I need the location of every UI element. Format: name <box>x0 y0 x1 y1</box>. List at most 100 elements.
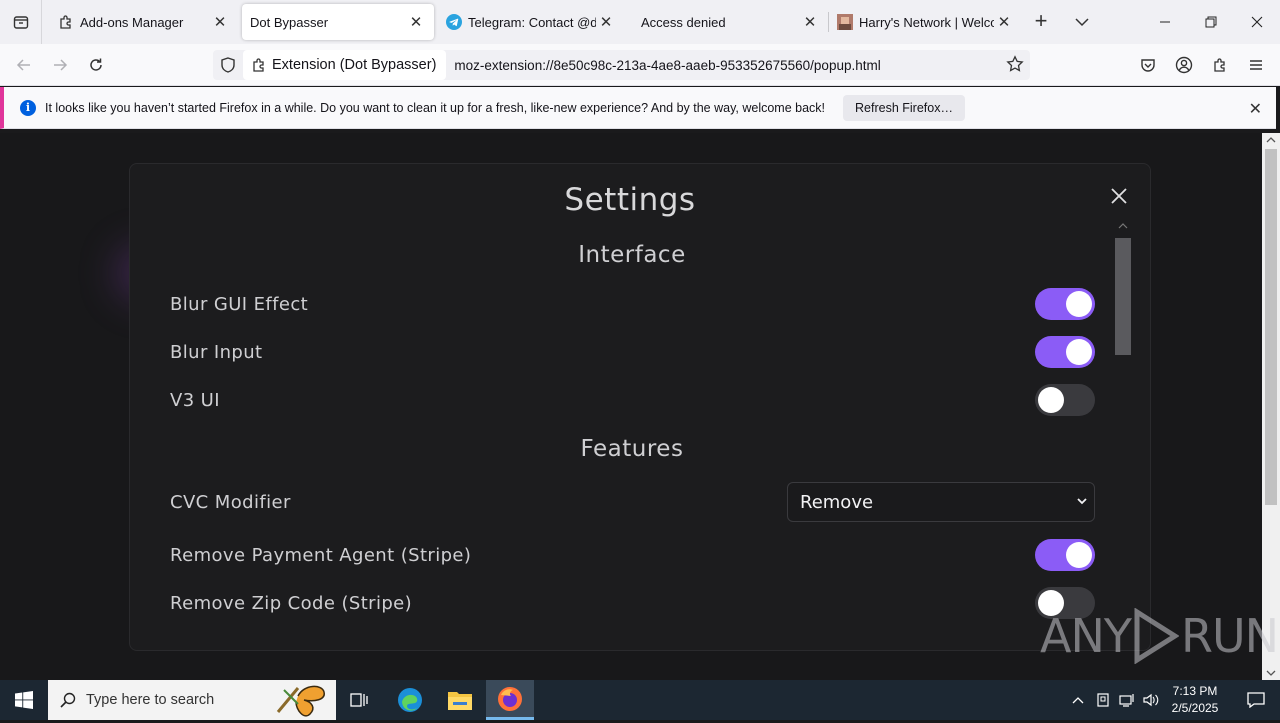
list-all-tabs-button[interactable] <box>1070 10 1094 34</box>
bookmark-star-icon[interactable] <box>1006 55 1024 78</box>
blur-gui-effect-toggle[interactable] <box>1035 288 1095 320</box>
minimize-icon <box>1160 21 1170 23</box>
refresh-firefox-button[interactable]: Refresh Firefox… <box>843 94 965 121</box>
close-tab-icon[interactable]: ✕ <box>994 12 1014 32</box>
taskbar-edge[interactable] <box>386 680 434 720</box>
tray-network-icon[interactable] <box>1116 680 1138 720</box>
page-scrollbar[interactable] <box>1262 133 1280 680</box>
tray-device-icon[interactable] <box>1093 680 1113 720</box>
search-placeholder: Type here to search <box>86 692 215 708</box>
scrollbar-thumb[interactable] <box>1265 149 1277 505</box>
account-icon <box>1175 56 1193 74</box>
extensions-button[interactable] <box>1207 52 1233 78</box>
action-center-button[interactable] <box>1232 680 1280 720</box>
new-tab-button[interactable]: + <box>1029 10 1053 34</box>
minimize-button[interactable] <box>1142 0 1188 44</box>
reload-button[interactable] <box>83 52 109 78</box>
tracking-shield-icon[interactable] <box>213 57 243 73</box>
pocket-button[interactable] <box>1135 52 1161 78</box>
speaker-icon <box>1143 693 1159 707</box>
tab-label: Add-ons Manager <box>80 14 184 30</box>
tab-telegram[interactable]: Telegram: Contact @dot_l ✕ <box>438 4 624 40</box>
toggle-knob <box>1066 542 1092 568</box>
tab-label: Access denied <box>641 14 726 30</box>
cvc-modifier-select[interactable]: Remove <box>787 482 1095 522</box>
device-icon <box>1097 693 1109 707</box>
extension-chip-label: Extension (Dot Bypasser) <box>272 57 437 73</box>
hamburger-menu-icon <box>1250 60 1262 70</box>
extension-identity-chip[interactable]: Extension (Dot Bypasser) <box>243 50 447 80</box>
play-logo-icon <box>1134 608 1179 664</box>
search-icon <box>60 692 76 708</box>
chevron-up-icon <box>1072 697 1084 704</box>
task-view-icon <box>350 693 368 707</box>
edge-icon <box>398 688 422 712</box>
blur-gui-effect-label: Blur GUI Effect <box>170 294 309 315</box>
remove-zip-code-label: Remove Zip Code (Stripe) <box>170 593 413 614</box>
folder-icon <box>448 692 472 710</box>
taskbar-search-box[interactable]: Type here to search <box>48 680 336 720</box>
forward-arrow-icon <box>54 59 68 71</box>
tab-label: Dot Bypasser <box>250 14 329 30</box>
features-heading: Features <box>580 436 684 462</box>
close-tab-icon[interactable]: ✕ <box>406 12 426 32</box>
reload-icon <box>90 58 102 71</box>
remove-payment-agent-label: Remove Payment Agent (Stripe) <box>170 545 472 566</box>
clock-time: 7:13 PM <box>1172 684 1218 698</box>
taskbar-firefox[interactable] <box>486 680 534 720</box>
notification-icon <box>1247 692 1265 708</box>
firefox-view-button[interactable] <box>0 0 42 44</box>
url-bar[interactable]: Extension (Dot Bypasser) moz-extension:/… <box>213 50 1030 80</box>
url-text[interactable]: moz-extension://8e50c98c-213a-4ae8-aaeb-… <box>454 58 880 73</box>
forward-button[interactable] <box>47 52 73 78</box>
start-button[interactable] <box>0 680 48 720</box>
windows-logo-icon <box>15 691 33 709</box>
tab-harrys-network[interactable]: Harry's Network | Welcom ✕ <box>830 4 1022 40</box>
close-tab-icon[interactable]: ✕ <box>596 12 616 32</box>
cvc-modifier-value: Remove <box>800 491 874 513</box>
close-settings-button[interactable] <box>1107 184 1131 208</box>
tab-access-denied[interactable]: Access denied ✕ <box>632 4 828 40</box>
tab-addons-manager[interactable]: Add-ons Manager ✕ <box>44 4 238 40</box>
firefox-icon <box>498 686 522 711</box>
nav-bar: Extension (Dot Bypasser) moz-extension:/… <box>0 44 1280 86</box>
tab-separator <box>828 12 829 32</box>
toggle-knob <box>1066 291 1092 317</box>
chevron-down-icon <box>1077 498 1087 505</box>
watermark-left-text: ANY <box>1040 609 1132 663</box>
blur-input-toggle[interactable] <box>1035 336 1095 368</box>
cvc-modifier-label: CVC Modifier <box>170 492 291 513</box>
settings-panel: Settings Interface Blur GUI Effect Blur … <box>129 163 1151 651</box>
tray-volume-icon[interactable] <box>1140 680 1162 720</box>
toggle-knob <box>1038 387 1064 413</box>
back-button[interactable] <box>11 52 37 78</box>
tab-dot-bypasser[interactable]: Dot Bypasser ✕ <box>242 4 434 40</box>
account-button[interactable] <box>1171 52 1197 78</box>
info-icon: i <box>20 99 36 116</box>
close-tab-icon[interactable]: ✕ <box>800 12 820 32</box>
close-window-button[interactable] <box>1234 0 1280 44</box>
butterfly-highlight-icon <box>270 682 328 723</box>
page-content: Settings Interface Blur GUI Effect Blur … <box>0 133 1262 680</box>
settings-title: Settings <box>564 182 696 218</box>
taskbar-clock[interactable]: 7:13 PM 2/5/2025 <box>1162 683 1228 717</box>
interface-heading: Interface <box>578 242 686 268</box>
clock-date: 2/5/2025 <box>1171 701 1219 715</box>
v3-ui-toggle[interactable] <box>1035 384 1095 416</box>
restore-button[interactable] <box>1188 0 1234 44</box>
close-tab-icon[interactable]: ✕ <box>210 12 230 32</box>
taskbar-file-explorer[interactable] <box>436 680 484 720</box>
telegram-icon <box>446 14 462 30</box>
close-notification-icon[interactable]: ✕ <box>1249 99 1262 119</box>
scroll-down-arrow-icon[interactable] <box>1266 669 1276 677</box>
remove-payment-agent-toggle[interactable] <box>1035 539 1095 571</box>
close-icon <box>1251 16 1263 28</box>
show-hidden-icons-button[interactable] <box>1068 680 1088 720</box>
scroll-up-arrow-icon[interactable] <box>1118 222 1128 230</box>
scroll-up-arrow-icon[interactable] <box>1266 136 1276 144</box>
puzzle-icon <box>251 57 267 73</box>
task-view-button[interactable] <box>336 680 384 720</box>
v3-ui-label: V3 UI <box>170 390 220 411</box>
app-menu-button[interactable] <box>1243 52 1269 78</box>
site-favicon <box>837 14 853 30</box>
